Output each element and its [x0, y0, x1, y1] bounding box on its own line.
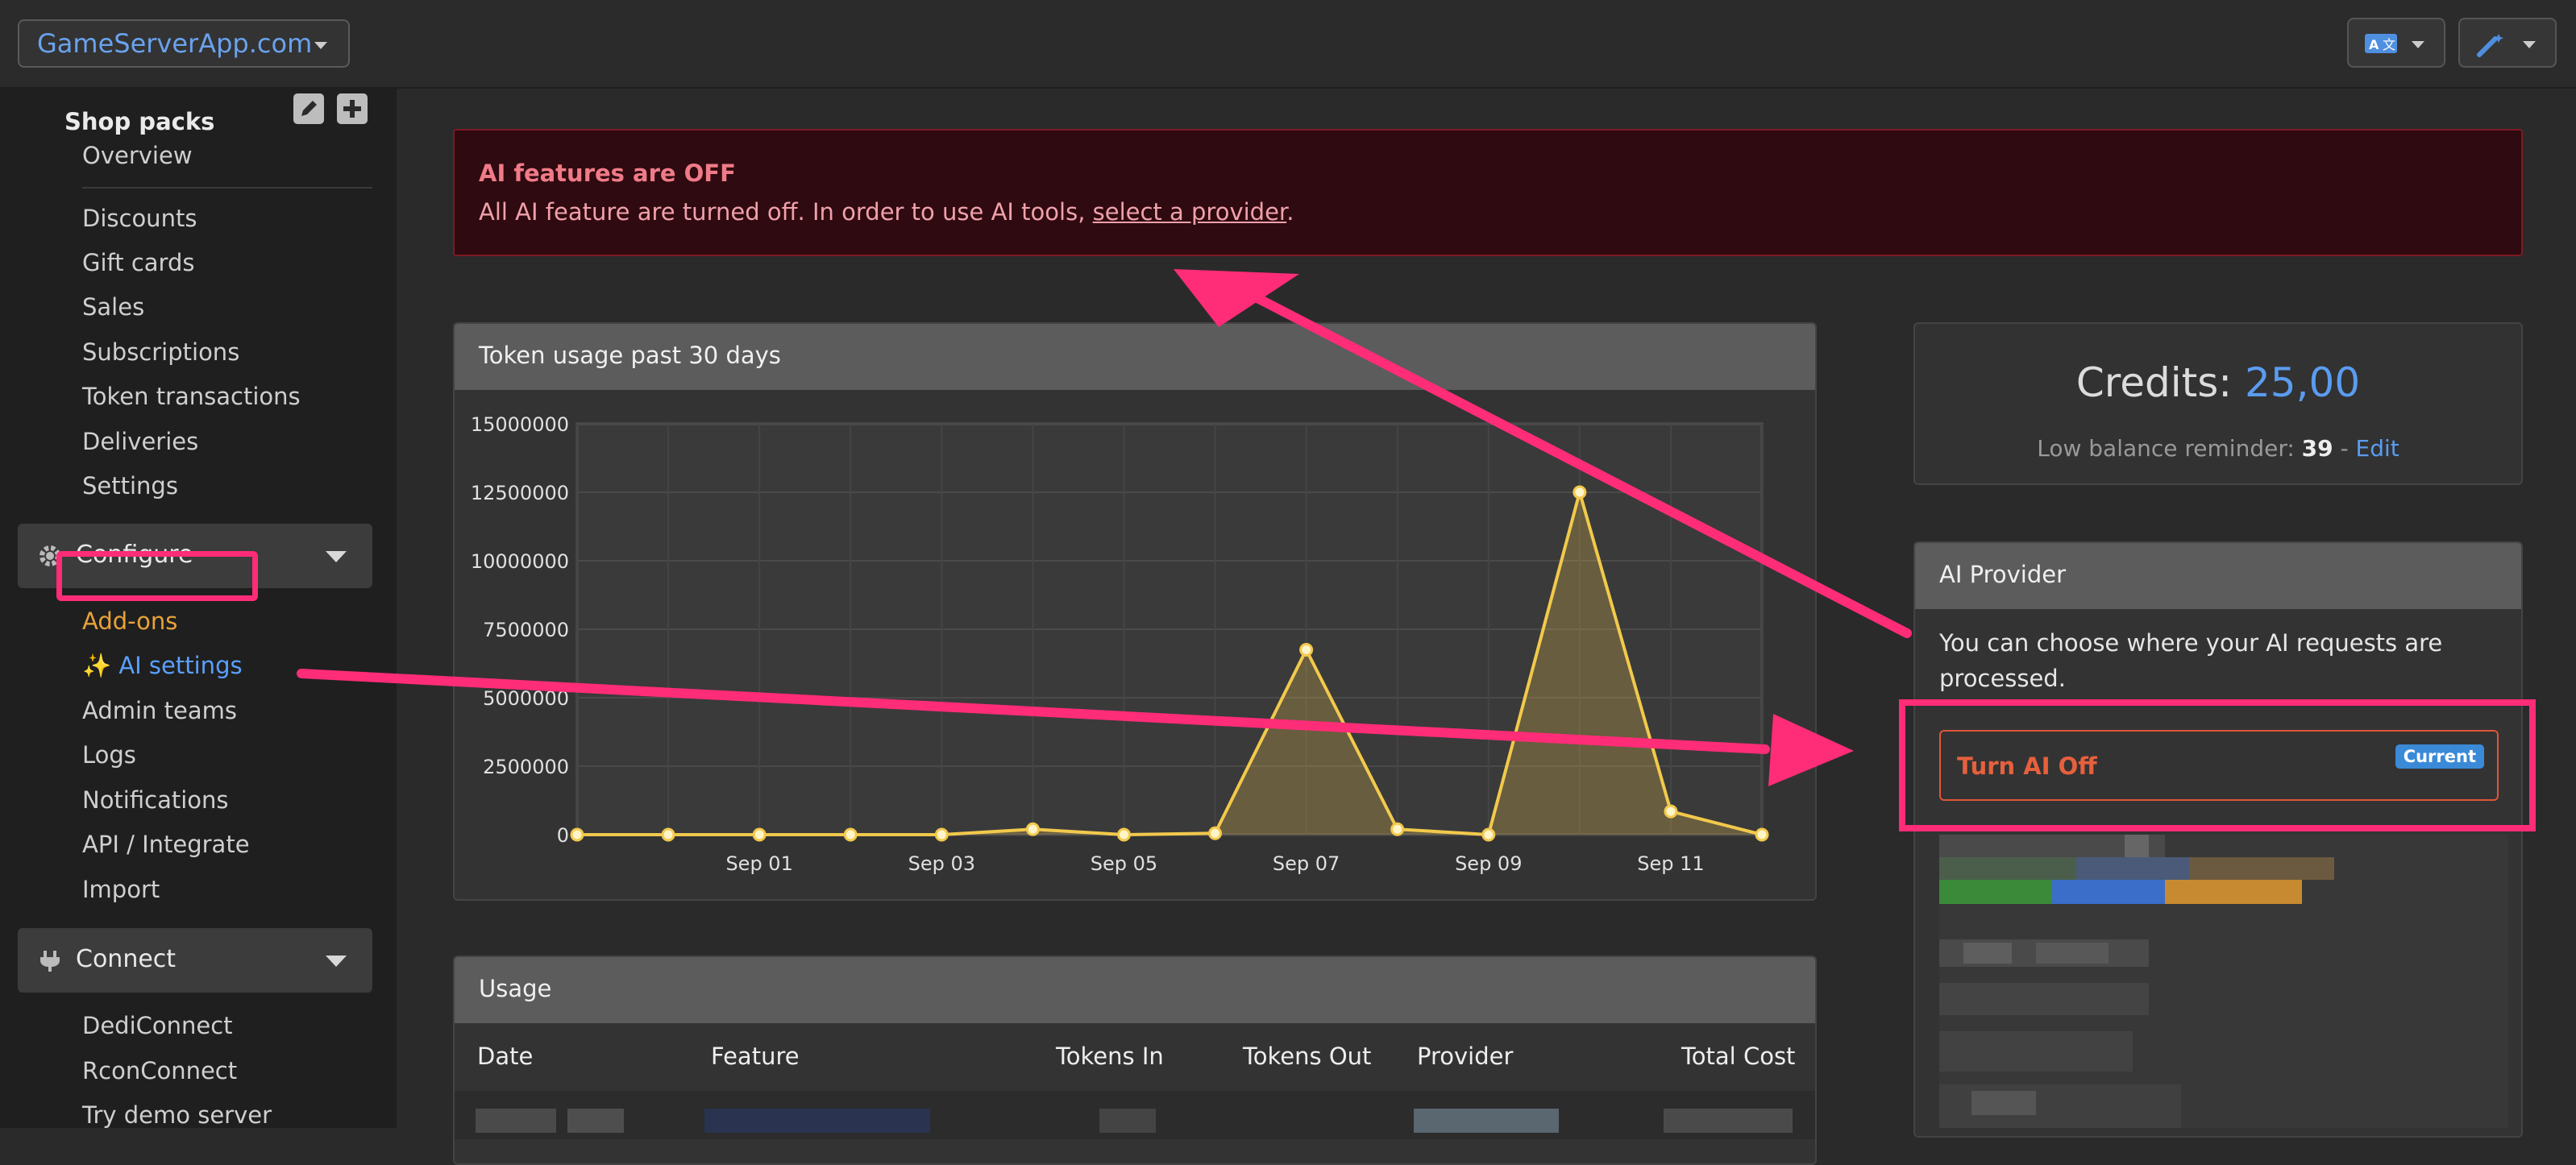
arrow-to-turn-off [297, 669, 1854, 786]
arrow-to-alert [1174, 269, 1912, 638]
annotation-arrows [297, 269, 1912, 786]
